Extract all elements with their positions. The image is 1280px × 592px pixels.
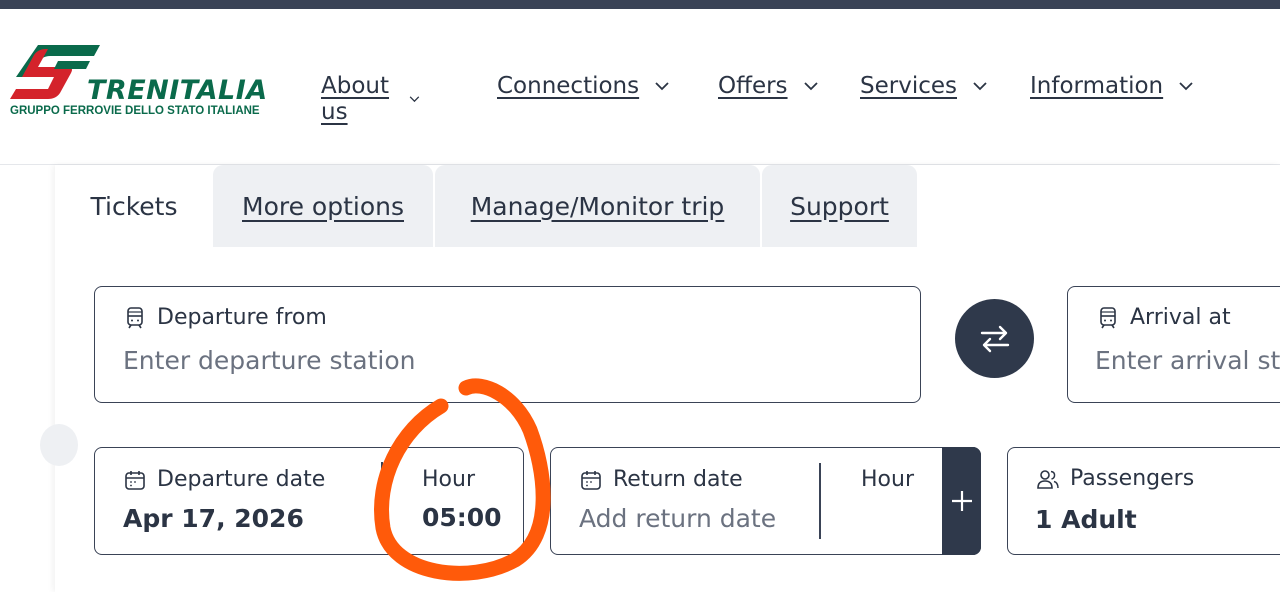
return-date-input[interactable]: Add return date: [579, 504, 776, 533]
plus-icon: [951, 491, 972, 511]
chevron-down-icon: [803, 82, 818, 91]
chevron-down-icon: [409, 96, 420, 103]
departure-input[interactable]: Enter departure station: [123, 346, 416, 375]
departure-date-value[interactable]: Apr 17, 2026: [123, 504, 304, 533]
nav-item-connections[interactable]: Connections: [497, 73, 671, 99]
swap-arrows-icon: [980, 325, 1009, 352]
top-bar: [0, 0, 1280, 9]
field-divider: [381, 462, 383, 478]
passengers-field[interactable]: Passengers 1 Adult: [1007, 447, 1280, 555]
logo-wordmark: TRENITALIA: [87, 75, 268, 106]
departure-date-label: Departure date: [157, 467, 326, 492]
chevron-down-icon: [973, 82, 987, 91]
passengers-label: Passengers: [1070, 466, 1195, 491]
tab-more-options[interactable]: More options: [213, 165, 433, 247]
logo-subtitle: GRUPPO FERROVIE DELLO STATO ITALIANE: [10, 105, 260, 117]
departure-station-field[interactable]: Departure from Enter departure station: [94, 286, 921, 403]
arrival-input[interactable]: Enter arrival st: [1095, 346, 1280, 375]
nav-item-label: Information: [1030, 73, 1164, 99]
nav-item-information[interactable]: Information: [1030, 73, 1195, 99]
tab-tickets[interactable]: Tickets: [55, 165, 213, 247]
return-hour-label: Hour: [861, 467, 914, 492]
calendar-icon: [581, 470, 601, 490]
nav-item-services[interactable]: Services: [860, 73, 989, 99]
tab-support[interactable]: Support: [762, 165, 917, 247]
users-icon: [1037, 469, 1059, 489]
train-icon: [127, 306, 143, 328]
tab-label: Tickets: [90, 191, 178, 221]
chevron-down-icon: [1179, 82, 1193, 91]
train-icon: [1100, 306, 1116, 328]
chevron-down-icon: [655, 82, 669, 91]
passengers-value[interactable]: 1 Adult: [1035, 505, 1137, 534]
nav-item-about-us[interactable]: About us: [321, 73, 421, 125]
nav-item-label: Connections: [497, 73, 640, 99]
tab-label: Support: [790, 191, 889, 221]
nav-item-label: Offers: [718, 73, 788, 99]
return-date-label-row: Return date: [579, 467, 743, 492]
return-date-field[interactable]: Return date Add return date Hour: [550, 447, 981, 555]
return-date-label: Return date: [613, 467, 743, 492]
nav-item-label: Services: [860, 73, 957, 99]
nav-item-label: About us: [321, 73, 390, 125]
add-return-button[interactable]: [942, 447, 981, 555]
tab-label: Manage/Monitor trip: [470, 191, 725, 221]
departure-hour-label: Hour: [422, 467, 475, 492]
departure-label: Departure from: [157, 305, 327, 330]
arrival-label-row: Arrival at: [1096, 305, 1231, 330]
swap-stations-button[interactable]: [955, 299, 1034, 378]
arrival-station-field[interactable]: Arrival at Enter arrival st: [1067, 286, 1280, 403]
trenitalia-logo[interactable]: TRENITALIA GRUPPO FERROVIE DELLO STATO I…: [8, 37, 268, 125]
side-notch: [40, 424, 78, 466]
nav-item-offers[interactable]: Offers: [718, 73, 820, 99]
departure-date-label-row: Departure date: [123, 467, 325, 492]
calendar-icon: [125, 470, 145, 490]
departure-date-field[interactable]: Departure date Apr 17, 2026 Hour 05:00: [94, 447, 524, 555]
arrival-label: Arrival at: [1130, 305, 1231, 330]
passengers-label-row: Passengers: [1036, 466, 1194, 491]
departure-hour-value[interactable]: 05:00: [422, 503, 502, 532]
tab-manage-monitor-trip[interactable]: Manage/Monitor trip: [435, 165, 760, 247]
field-divider: [819, 463, 821, 539]
tab-label: More options: [242, 191, 404, 221]
site-header: TRENITALIA GRUPPO FERROVIE DELLO STATO I…: [0, 9, 1280, 165]
departure-label-row: Departure from: [123, 305, 327, 330]
